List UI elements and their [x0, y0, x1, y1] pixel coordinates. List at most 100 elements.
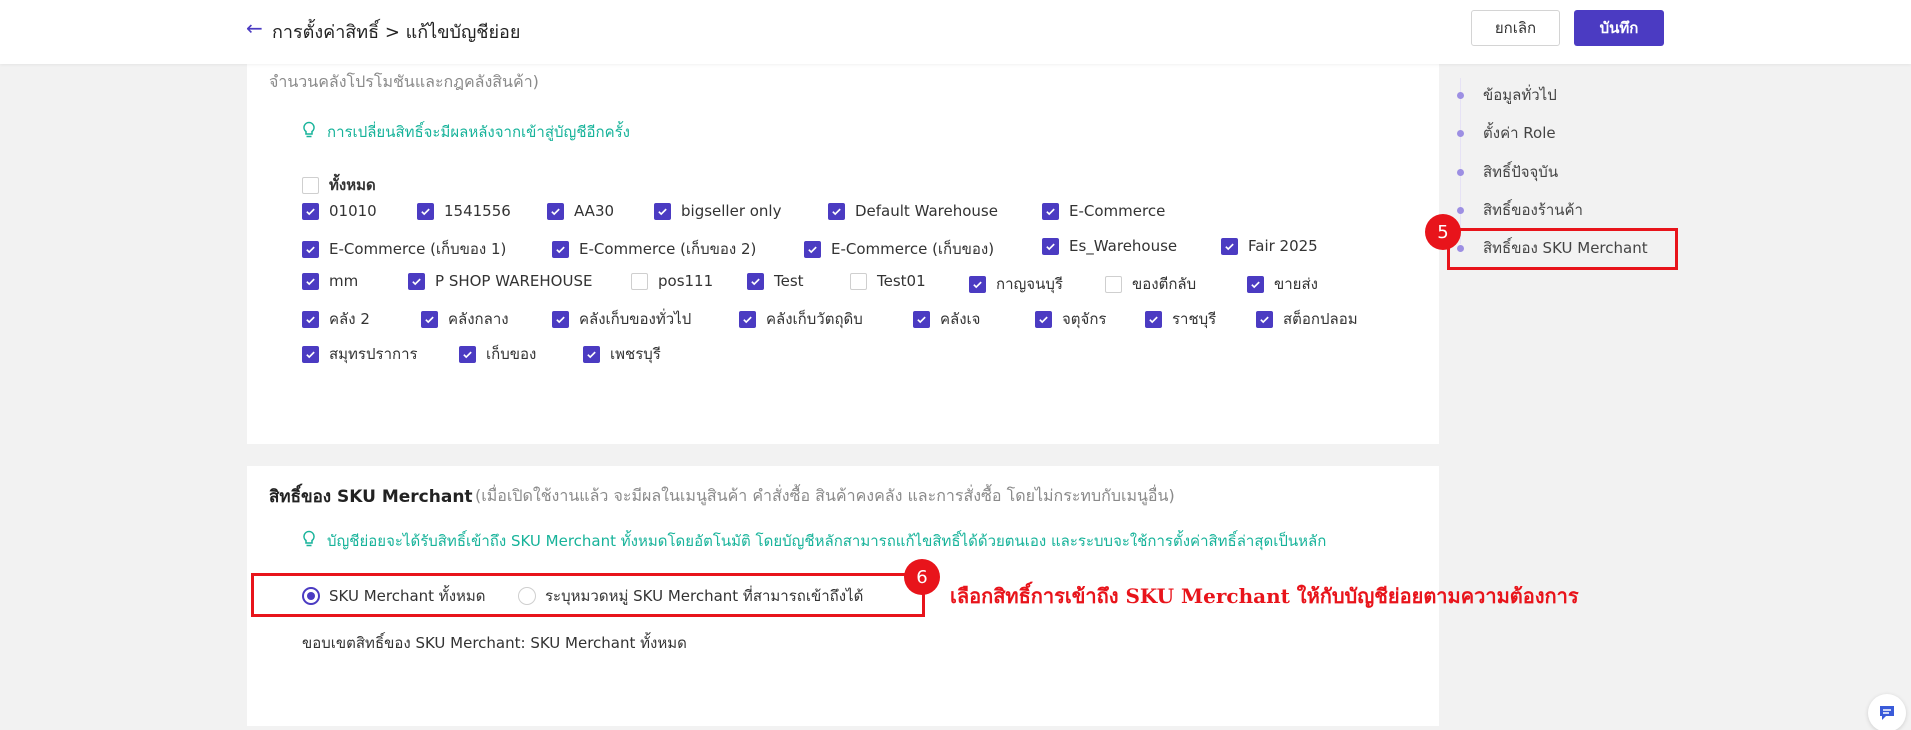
- checkmark-icon: [587, 351, 596, 358]
- select-all-checkbox[interactable]: ทั้งหมด: [302, 173, 376, 197]
- warehouse-checkbox[interactable]: เก็บของ: [459, 342, 536, 366]
- warehouse-checkbox[interactable]: E-Commerce (เก็บของ): [804, 237, 994, 261]
- checkbox-checked[interactable]: [1221, 237, 1238, 255]
- warehouse-checkbox[interactable]: E-Commerce: [1042, 202, 1165, 220]
- warehouse-checkbox[interactable]: สมุทรปราการ: [302, 342, 418, 366]
- checkbox-unchecked[interactable]: [631, 272, 648, 290]
- warehouse-checkbox[interactable]: Es_Warehouse: [1042, 237, 1177, 255]
- checkmark-icon: [917, 316, 926, 323]
- nav-item-current-permissions[interactable]: สิทธิ์ปัจจุบัน: [1455, 160, 1558, 184]
- warehouse-checkbox[interactable]: AA30: [547, 202, 614, 220]
- warehouse-checkbox[interactable]: Test: [747, 272, 804, 290]
- checkbox-checked[interactable]: [302, 345, 319, 363]
- warehouse-label: ขายส่ง: [1274, 275, 1318, 293]
- nav-item-label: ตั้งค่า Role: [1483, 124, 1556, 142]
- warehouse-label: Default Warehouse: [855, 202, 998, 220]
- warehouse-label: เก็บของ: [486, 345, 537, 363]
- nav-item-shop-permissions[interactable]: สิทธิ์ของร้านค้า: [1455, 198, 1583, 222]
- checkbox-checked[interactable]: [739, 310, 756, 328]
- sku-scope-summary: ขอบเขตสิทธิ์ของ SKU Merchant: SKU Mercha…: [302, 634, 687, 652]
- nav-dot-icon: [1457, 168, 1464, 176]
- warehouse-checkbox[interactable]: Fair 2025: [1221, 237, 1318, 255]
- warehouse-checkbox[interactable]: Default Warehouse: [828, 202, 998, 220]
- checkmark-icon: [1039, 316, 1048, 323]
- checkbox-checked[interactable]: [1042, 202, 1059, 220]
- warehouse-label: เพชรบุรี: [610, 345, 661, 363]
- checkbox-checked[interactable]: [302, 310, 319, 328]
- warehouse-label: คลังเก็บวัตถุดิบ: [766, 310, 863, 328]
- nav-item-label: สิทธิ์ของร้านค้า: [1483, 201, 1583, 219]
- cancel-button[interactable]: ยกเลิก: [1471, 10, 1560, 46]
- checkbox-checked[interactable]: [302, 202, 319, 220]
- checkbox-checked[interactable]: [552, 240, 569, 258]
- warehouse-checkbox[interactable]: ของตีกลับ: [1105, 272, 1196, 296]
- checkbox-checked[interactable]: [421, 310, 438, 328]
- annotation-badge-5: 5: [1425, 214, 1461, 250]
- checkmark-icon: [1251, 281, 1260, 288]
- warehouse-checkbox[interactable]: กาญจนบุรี: [969, 272, 1063, 296]
- checkbox-checked[interactable]: [1042, 237, 1059, 255]
- warehouse-checkbox[interactable]: 1541556: [417, 202, 511, 220]
- warehouse-checkbox[interactable]: ราชบุรี: [1145, 307, 1216, 331]
- annotation-box-5: [1447, 228, 1678, 270]
- warehouse-label: P SHOP WAREHOUSE: [435, 272, 593, 290]
- checkmark-icon: [463, 351, 472, 358]
- checkbox-checked[interactable]: [1247, 275, 1264, 293]
- annotation-badge-6: 6: [904, 559, 940, 595]
- warehouse-checkbox[interactable]: P SHOP WAREHOUSE: [408, 272, 592, 290]
- checkbox-checked[interactable]: [552, 310, 569, 328]
- warehouse-checkbox[interactable]: คลังเก็บของทั่วไป: [552, 307, 691, 331]
- warehouse-label: สต็อกปลอม: [1283, 310, 1358, 328]
- nav-dot-icon: [1457, 129, 1464, 137]
- back-arrow-icon[interactable]: ←: [246, 16, 263, 40]
- warehouse-checkbox[interactable]: คลัง 2: [302, 307, 370, 331]
- warehouse-checkbox[interactable]: 01010: [302, 202, 377, 220]
- warehouse-checkbox[interactable]: pos111: [631, 272, 713, 290]
- checkbox-checked[interactable]: [547, 202, 564, 220]
- warehouse-permission-card: จำนวนคลังโปรโมชันและกฎคลังสินค้า) การเปล…: [247, 50, 1439, 444]
- warehouse-checkbox[interactable]: bigseller only: [654, 202, 781, 220]
- warehouse-label: E-Commerce: [1069, 202, 1166, 220]
- sku-tip-text: บัญชีย่อยจะได้รับสิทธิ์เข้าถึง SKU Merch…: [327, 532, 1327, 550]
- warehouse-checkbox[interactable]: จตุจักร: [1035, 307, 1106, 331]
- warehouse-checkbox[interactable]: ขายส่ง: [1247, 272, 1318, 296]
- sku-section-title: สิทธิ์ของ SKU Merchant: [269, 487, 473, 507]
- checkbox-checked[interactable]: [302, 272, 319, 290]
- checkbox-checked[interactable]: [408, 272, 425, 290]
- checkbox-checked[interactable]: [1035, 310, 1052, 328]
- checkbox-checked[interactable]: [302, 240, 319, 258]
- warehouse-checkbox[interactable]: เพชรบุรี: [583, 342, 661, 366]
- checkbox-checked[interactable]: [583, 345, 600, 363]
- checkbox-checked[interactable]: [1145, 310, 1162, 328]
- checkbox-unchecked[interactable]: [1105, 275, 1122, 293]
- warehouse-checkbox[interactable]: E-Commerce (เก็บของ 1): [302, 237, 506, 261]
- checkbox-checked[interactable]: [1256, 310, 1273, 328]
- checkbox-checked[interactable]: [828, 202, 845, 220]
- checkbox-checked[interactable]: [417, 202, 434, 220]
- warehouse-checkbox[interactable]: คลังเจ: [913, 307, 980, 331]
- chat-support-button[interactable]: [1868, 694, 1906, 730]
- checkbox-checked[interactable]: [459, 345, 476, 363]
- checkbox-checked[interactable]: [747, 272, 764, 290]
- checkbox-checked[interactable]: [654, 202, 671, 220]
- checkmark-icon: [412, 278, 421, 285]
- checkbox-box[interactable]: [302, 176, 319, 194]
- nav-item-role-settings[interactable]: ตั้งค่า Role: [1455, 121, 1556, 145]
- checkbox-checked[interactable]: [804, 240, 821, 258]
- warehouse-checkbox[interactable]: คลังเก็บวัตถุดิบ: [739, 307, 863, 331]
- checkbox-checked[interactable]: [969, 275, 986, 293]
- warehouse-checkbox[interactable]: สต็อกปลอม: [1256, 307, 1358, 331]
- warehouse-checkbox[interactable]: Test01: [850, 272, 926, 290]
- warehouse-label: คลังกลาง: [448, 310, 509, 328]
- checkmark-icon: [551, 208, 560, 215]
- nav-item-general-info[interactable]: ข้อมูลทั่วไป: [1455, 83, 1557, 107]
- checkbox-unchecked[interactable]: [850, 272, 867, 290]
- checkmark-icon: [306, 278, 315, 285]
- warehouse-tip-text: การเปลี่ยนสิทธิ์จะมีผลหลังจากเข้าสู่บัญช…: [327, 123, 631, 141]
- checkbox-checked[interactable]: [913, 310, 930, 328]
- warehouse-label: คลังเก็บของทั่วไป: [579, 310, 692, 328]
- warehouse-checkbox[interactable]: mm: [302, 272, 358, 290]
- warehouse-checkbox[interactable]: คลังกลาง: [421, 307, 509, 331]
- save-button[interactable]: บันทึก: [1574, 10, 1664, 46]
- warehouse-checkbox[interactable]: E-Commerce (เก็บของ 2): [552, 237, 756, 261]
